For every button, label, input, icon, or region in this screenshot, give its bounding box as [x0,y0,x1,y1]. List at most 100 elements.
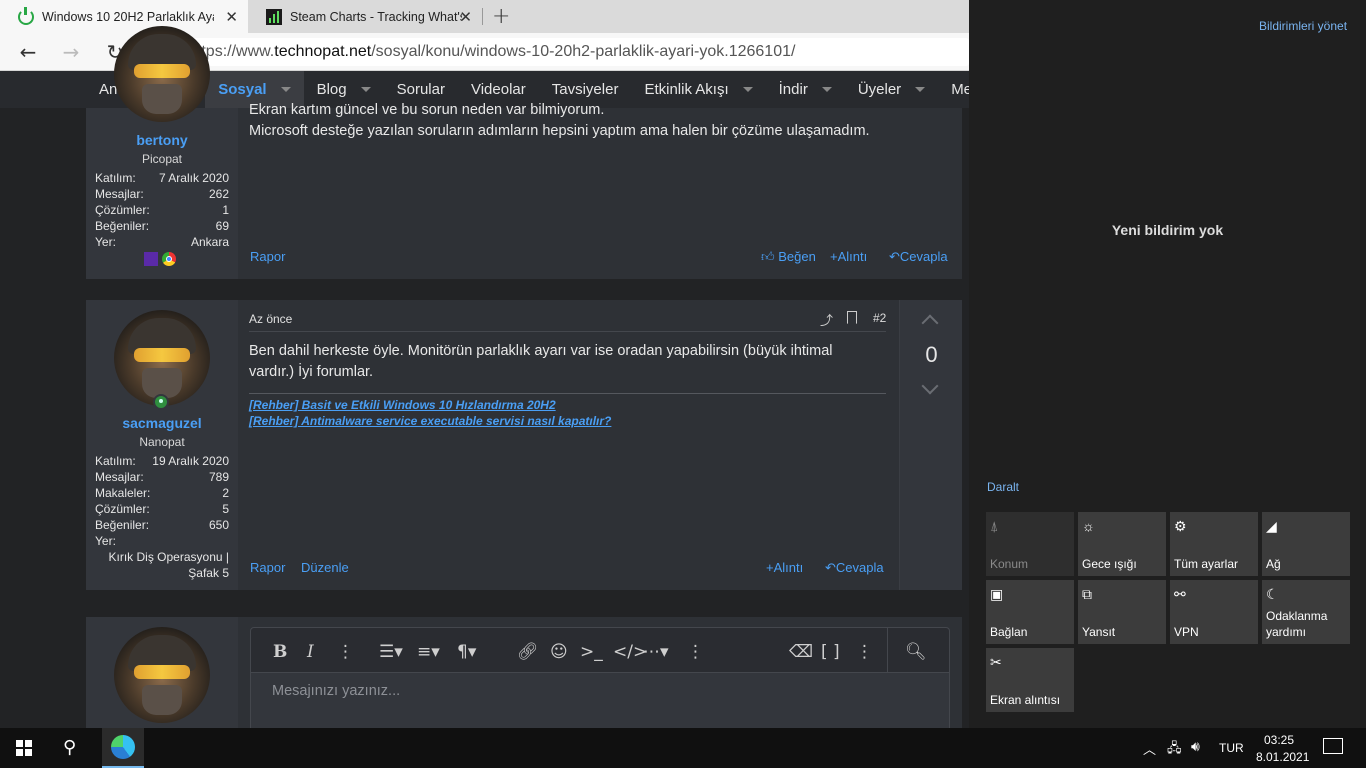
divider [887,628,888,672]
chevron-down-icon[interactable] [360,87,371,92]
tab-divider [482,8,483,25]
reply-icon: ↶ [825,560,836,575]
stat-value: Ankara [190,235,229,249]
bold-icon[interactable]: B [273,642,287,662]
address-bar[interactable]: https://www.technopat.net/sosyal/konu/wi… [150,38,969,66]
volume-icon[interactable]: 🔊︎ [1191,738,1200,755]
night-light-icon: ☼ [1082,518,1095,534]
username-link[interactable]: sacmaguzel [86,415,238,431]
avatar[interactable] [114,310,210,406]
stat-label: Beğeniler: [95,518,150,532]
emoji-icon[interactable]: ☺ [550,642,568,662]
search-icon[interactable]: ⚲ [63,737,76,758]
reply-button[interactable]: ↶Cevapla [889,249,948,265]
new-tab-button[interactable]: + [492,4,510,29]
quick-action-tile[interactable]: ⧉ Yansıt [1078,580,1166,644]
avatar[interactable] [114,627,210,723]
tab-technopat[interactable]: Windows 10 20H2 Parlaklık Ayarı ✕ [0,0,248,33]
stat-label: Katılım: [95,454,136,468]
stat-label: Makaleler: [95,486,151,500]
quick-action-tile[interactable]: ☾ Odaklanma yardımı [1262,580,1350,644]
close-tab-icon[interactable]: ✕ [459,8,472,26]
more-options-icon[interactable]: ⋮ [687,642,704,662]
username-link[interactable]: bertony [86,132,238,148]
user-title: Picopat [141,152,183,166]
more-options-icon[interactable]: ⋮ [337,642,354,662]
post-number-link[interactable]: #2 [873,311,886,325]
stat-row: Katılım: 7 Aralık 2020 [95,170,229,186]
downvote-chevron-icon[interactable] [921,377,939,395]
preview-icon[interactable]: 🔍︎ [905,642,927,662]
quote-button[interactable]: +Alıntı [766,560,803,575]
bookmark-icon[interactable] [847,311,857,324]
signature-link[interactable]: [Rehber] Basit ve Etkili Windows 10 Hızl… [249,398,556,412]
chevron-down-icon[interactable] [742,87,753,92]
list-icon[interactable]: ☰▾ [379,642,403,662]
chrome-icon [162,252,176,266]
chevron-down-icon[interactable] [821,87,832,92]
quick-action-tile[interactable]: ⚯ VPN [1170,580,1258,644]
insert-more-icon[interactable]: ⋯▾ [643,642,669,662]
stat-row: Katılım: 19 Aralık 2020 [95,453,229,469]
quick-action-tile[interactable]: ☼ Gece ışığı [1078,512,1166,576]
menu-item-6[interactable]: Etkinlik Akışı [631,71,765,108]
back-button[interactable]: ← [14,39,42,65]
stat-row: Yer: Ankara [95,234,229,250]
clock[interactable]: 03:25 8.01.2021 [1256,733,1309,764]
more-options-icon[interactable]: ⋮ [856,642,873,662]
link-icon[interactable]: 🔗︎ [517,642,539,662]
show-hidden-icons-icon[interactable]: ︿ [1143,739,1156,758]
report-link[interactable]: Rapor [250,560,285,575]
tile-label: Yansıt [1082,625,1116,639]
chevron-down-icon[interactable] [280,87,291,92]
quick-action-tile[interactable]: ⍋ Konum [986,512,1074,576]
menu-item-9[interactable]: Med [938,71,969,108]
post-1-message: Ekran kartım güncel ve bu sorun neden va… [238,102,962,279]
signature-divider [249,393,886,394]
eraser-icon[interactable]: ⌫ [789,642,813,662]
avatar[interactable] [114,26,210,122]
tab-steam-charts[interactable]: Steam Charts - Tracking What's Played ✕ [248,0,482,33]
forward-button[interactable]: → [57,39,85,65]
network-tray-icon[interactable]: 🖧︎ [1167,739,1182,761]
quick-action-tile[interactable]: ◢ Ağ [1262,512,1350,576]
tile-label: Ağ [1266,557,1281,571]
edge-taskbar-button[interactable] [102,728,144,768]
upvote-chevron-icon[interactable] [921,314,939,332]
action-center-icon[interactable] [1323,738,1343,754]
close-tab-icon[interactable]: ✕ [225,8,238,26]
language-indicator[interactable]: TUR [1219,741,1244,755]
menu-item-7[interactable]: İndir [766,71,845,108]
align-icon[interactable]: ≡▾ [417,642,440,662]
connect-icon: ▣ [990,586,1004,602]
bbcode-icon[interactable]: [ ] [821,642,840,662]
location-icon: ⍋ [990,518,999,534]
windows-start-icon[interactable] [16,740,32,756]
collapse-link[interactable]: Daralt [987,480,1019,494]
reply-button[interactable]: ↶Cevapla [825,560,884,576]
no-notifications-text: Yeni bildirim yok [1111,222,1224,238]
report-link[interactable]: Rapor [250,249,285,264]
italic-icon[interactable]: I [307,642,314,662]
message-input[interactable]: Mesajınızı yazınız... [251,672,949,728]
code-inline-icon[interactable]: >_ [580,642,603,662]
edit-link[interactable]: Düzenle [301,560,349,575]
browser-window: Windows 10 20H2 Parlaklık Ayarı ✕ Steam … [0,0,969,728]
quick-action-tile[interactable]: ✂ Ekran alıntısı [986,648,1074,712]
reply-user-info [86,617,238,728]
paragraph-icon[interactable]: ¶▾ [457,642,476,662]
stat-value: 5 [222,502,229,516]
tile-label: Ekran alıntısı [990,693,1061,707]
menu-item-8[interactable]: Üyeler [845,71,938,108]
post-time[interactable]: Az önce [249,312,292,326]
quick-action-tile[interactable]: ⚙ Tüm ayarlar [1170,512,1258,576]
chevron-down-icon[interactable] [915,87,926,92]
manage-notifications-link[interactable]: Bildirimleri yönet [1259,19,1347,33]
quick-action-tile[interactable]: ▣ Bağlan [986,580,1074,644]
signature-link[interactable]: [Rehber] Antimalware service executable … [249,414,611,428]
stat-label: Çözümler: [95,502,150,516]
share-icon[interactable]: ⤴ [820,310,833,329]
windows-icon [144,252,158,266]
like-button[interactable]: 👍︎ Beğen [761,249,816,265]
quote-button[interactable]: +Alıntı [830,249,867,264]
